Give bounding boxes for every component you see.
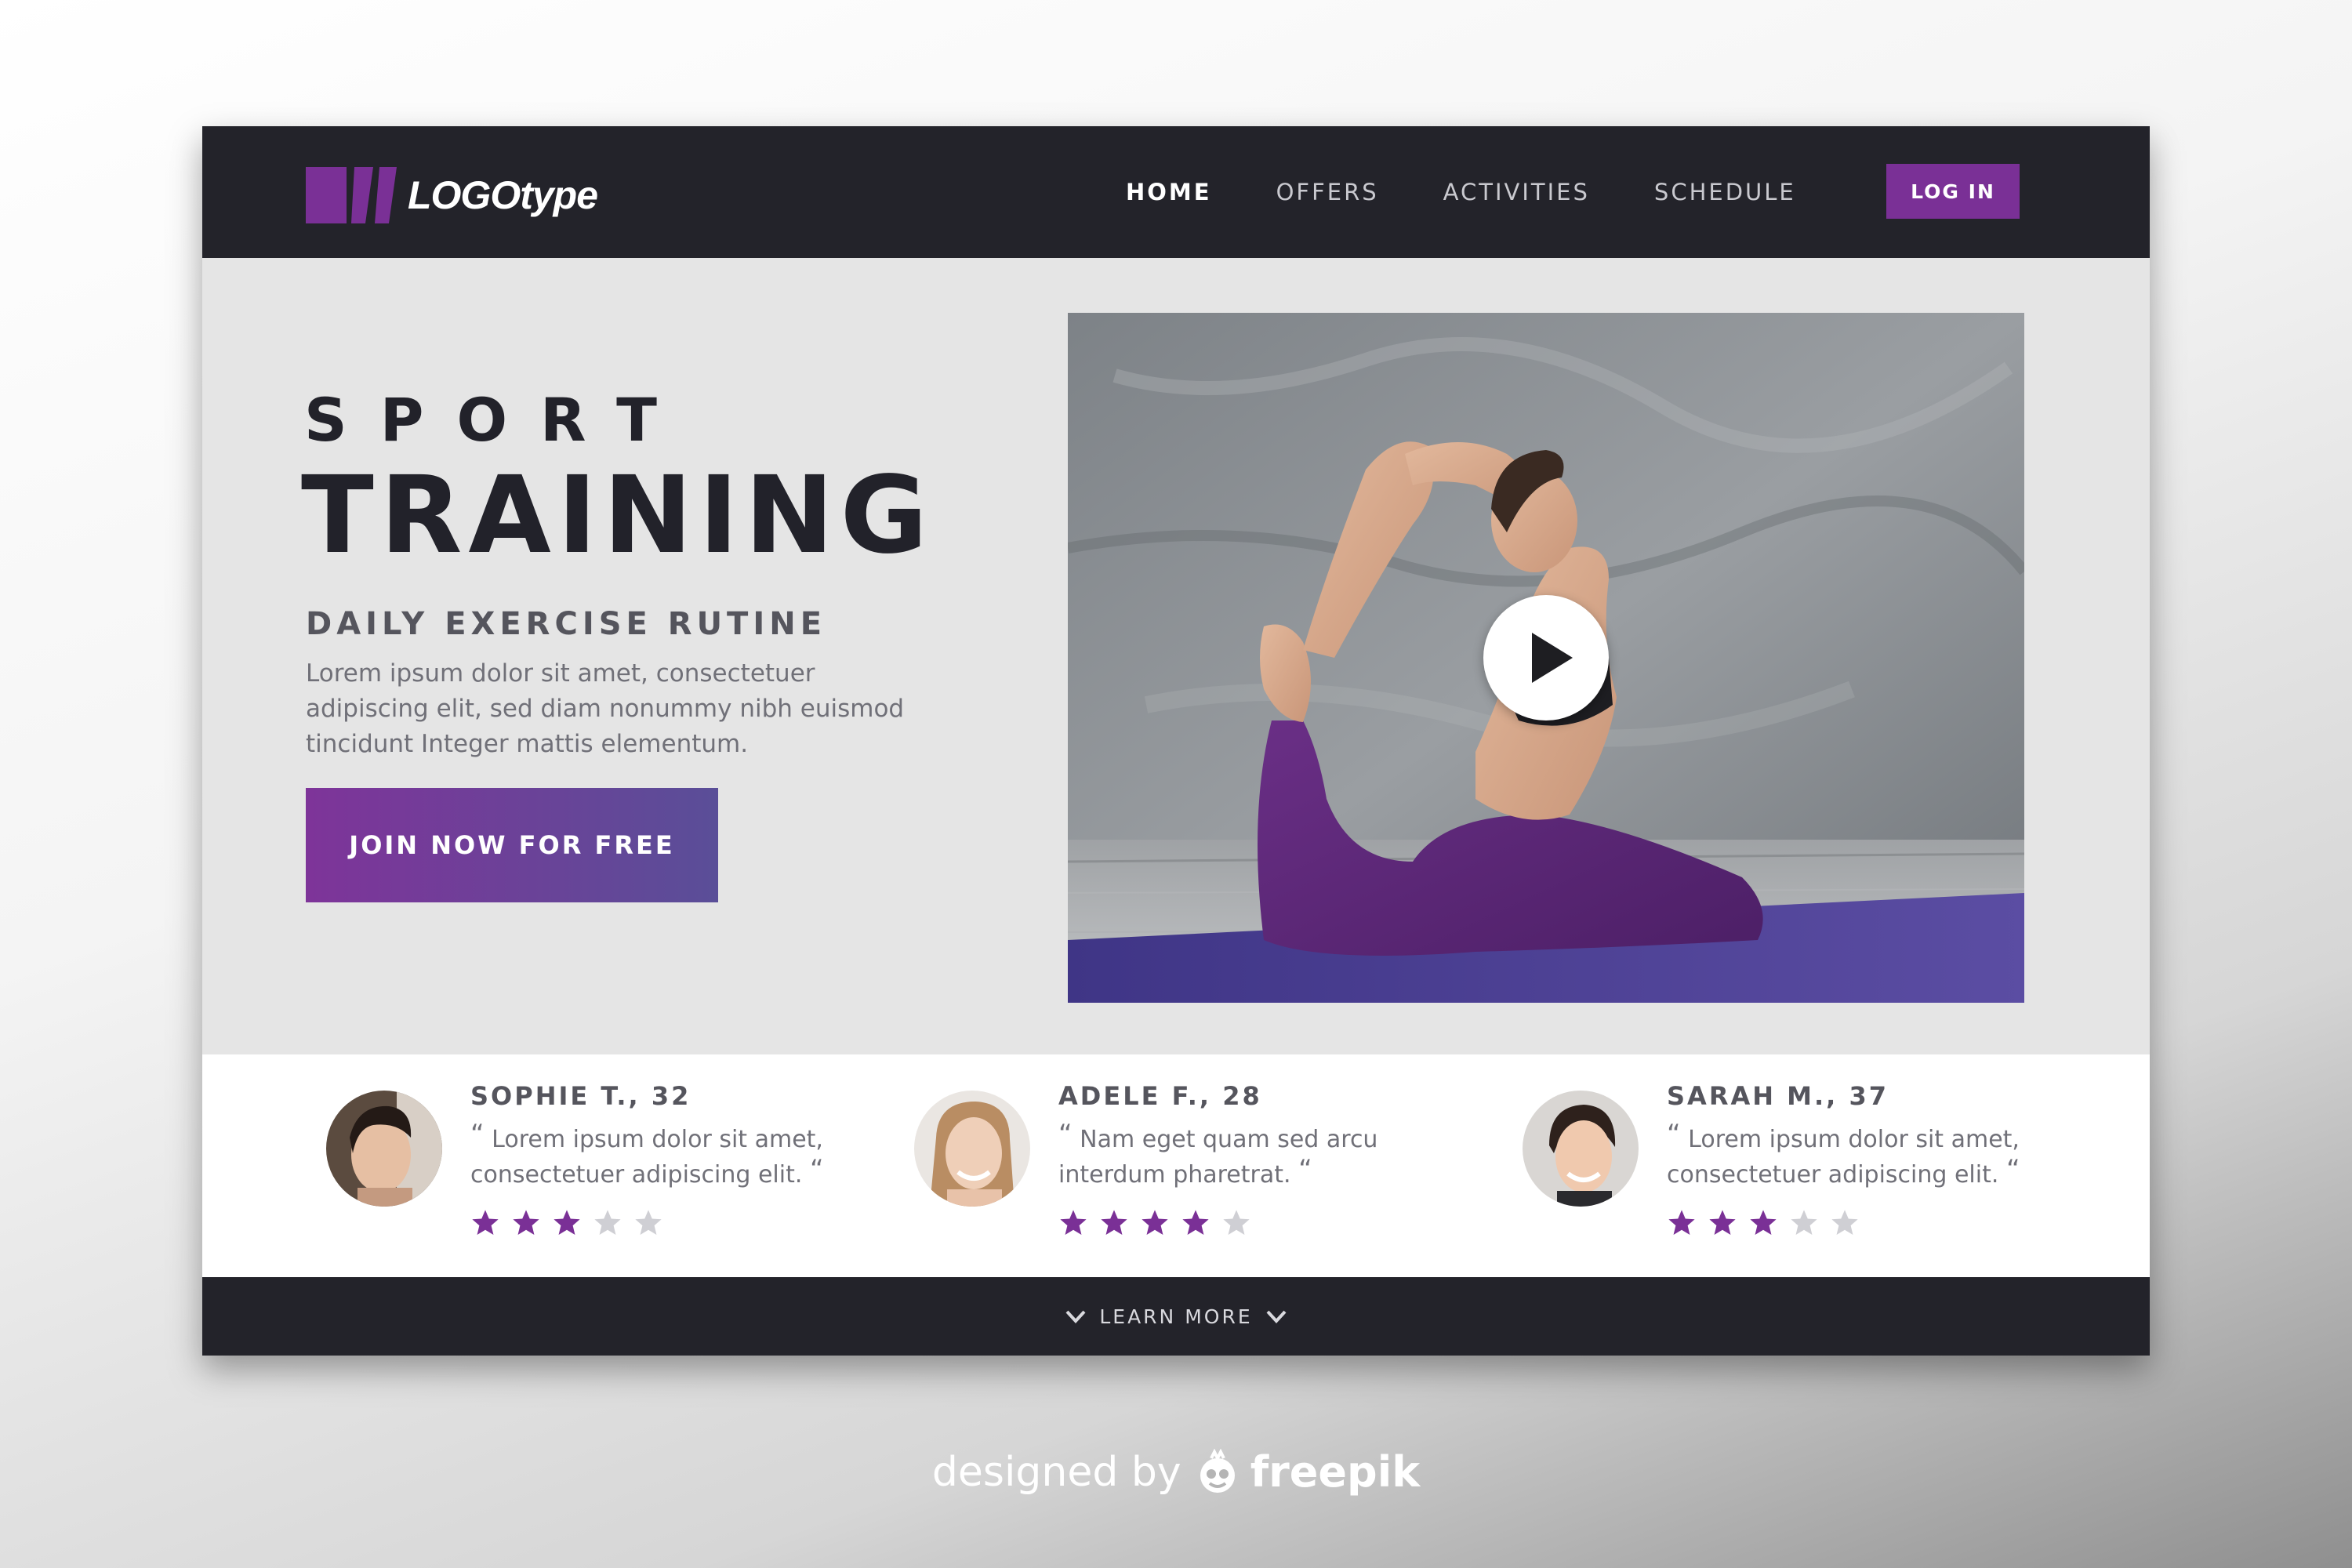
designer-credit: designed by freepik [0,1447,2352,1497]
credit-text: designed by [931,1448,1181,1496]
star-empty-icon [1791,1210,1817,1236]
testimonial-quote: “ Nam eget quam sed arcu interdum pharet… [1058,1119,1466,1192]
star-rating [1667,1208,1871,1238]
quote-open-mark: “ [1058,1119,1073,1150]
star-rating [470,1208,674,1238]
nav-item-schedule[interactable]: SCHEDULE [1654,179,1796,205]
testimonial-name: ADELE F., 28 [1058,1081,1262,1111]
testimonial-name: SOPHIE T., 32 [470,1081,691,1111]
login-button[interactable]: LOG IN [1886,164,2020,219]
star-empty-icon [635,1210,662,1236]
play-icon [1532,633,1573,683]
hero-description: Lorem ipsum dolor sit amet, consectetuer… [306,659,905,758]
chevron-down-icon [1266,1310,1287,1323]
star-filled-icon [1182,1210,1209,1236]
avatar [914,1091,1030,1207]
testimonial-quote: “ Lorem ipsum dolor sit amet, consectetu… [470,1119,878,1192]
star-filled-icon [1101,1210,1127,1236]
testimonial-name: SARAH M., 37 [1667,1081,1889,1111]
top-navbar: LOGOtype HOME OFFERS ACTIVITIES SCHEDULE… [202,126,2150,258]
chevron-down-icon [1065,1310,1086,1323]
join-now-button[interactable]: JOIN NOW FOR FREE [306,788,718,902]
star-filled-icon [1709,1210,1736,1236]
play-button[interactable] [1483,595,1609,720]
nav-item-activities[interactable]: ACTIVITIES [1443,179,1590,205]
learn-more-link[interactable]: LEARN MORE [1052,1305,1299,1328]
footer-bar: LEARN MORE [202,1277,2150,1356]
testimonial-quote-text: Nam eget quam sed arcu interdum pharetra… [1058,1126,1378,1189]
hero-kicker: SPORT [304,385,690,455]
testimonial-quote-text: Lorem ipsum dolor sit amet, consectetuer… [470,1126,823,1189]
credit-brand: freepik [1250,1447,1421,1497]
quote-close-mark: “ [809,1154,824,1185]
testimonial-quote: “ Lorem ipsum dolor sit amet, consectetu… [1667,1119,2074,1192]
star-empty-icon [1831,1210,1858,1236]
star-filled-icon [513,1210,539,1236]
star-empty-icon [594,1210,621,1236]
quote-close-mark: “ [1298,1154,1312,1185]
quote-open-mark: “ [1667,1119,1681,1150]
star-filled-icon [1668,1210,1695,1236]
star-empty-icon [1223,1210,1250,1236]
star-filled-icon [1142,1210,1168,1236]
hero-subtitle: DAILY EXERCISE RUTINE [306,606,827,642]
star-filled-icon [1750,1210,1777,1236]
learn-more-label: LEARN MORE [1099,1305,1253,1328]
logo[interactable]: LOGOtype [306,167,598,223]
quote-close-mark: “ [2005,1154,2020,1185]
testimonial-quote-text: Lorem ipsum dolor sit amet, consectetuer… [1667,1126,2020,1189]
avatar [1523,1091,1639,1207]
avatar [326,1091,442,1207]
nav-item-home[interactable]: HOME [1126,179,1212,205]
nav-menu: HOME OFFERS ACTIVITIES SCHEDULE [1126,126,1860,258]
quote-open-mark: “ [470,1119,485,1150]
star-filled-icon [1060,1210,1087,1236]
testimonials-section: SOPHIE T., 32 “ Lorem ipsum dolor sit am… [202,1054,2150,1277]
star-filled-icon [472,1210,499,1236]
logo-text: LOGOtype [408,173,598,217]
logo-mark-icon [306,167,397,223]
star-rating [1058,1208,1262,1238]
freepik-logo-icon [1200,1448,1235,1493]
star-filled-icon [554,1210,580,1236]
hero-title: TRAINING [301,454,935,578]
nav-item-offers[interactable]: OFFERS [1276,179,1379,205]
landing-page: LOGOtype HOME OFFERS ACTIVITIES SCHEDULE… [202,126,2150,1356]
